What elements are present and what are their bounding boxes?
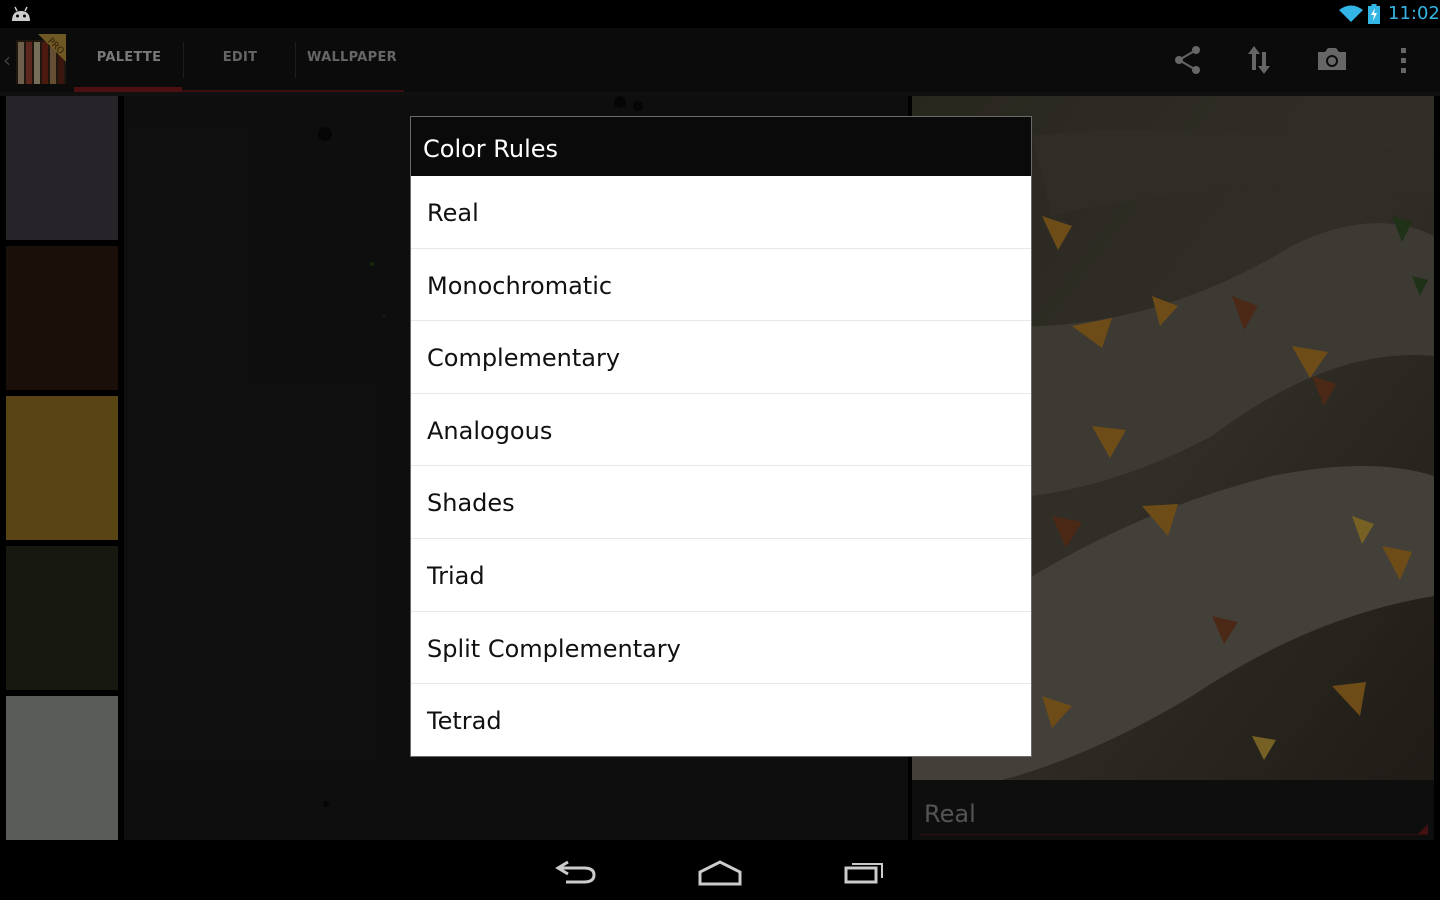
- color-rule-option[interactable]: Real: [411, 176, 1031, 249]
- status-clock: 11:02: [1388, 3, 1440, 24]
- color-rule-option[interactable]: Analogous: [411, 394, 1031, 467]
- color-rule-option[interactable]: Shades: [411, 466, 1031, 539]
- color-rule-option[interactable]: Triad: [411, 539, 1031, 612]
- back-icon[interactable]: [554, 854, 598, 886]
- color-rule-option[interactable]: Monochromatic: [411, 249, 1031, 322]
- status-bar: 11:02: [0, 0, 1440, 28]
- dialog-title: Color Rules: [411, 117, 1031, 176]
- color-rule-option[interactable]: Tetrad: [411, 684, 1031, 757]
- navigation-bar: [0, 840, 1440, 900]
- color-rules-dialog: Color Rules Real Monochromatic Complemen…: [410, 116, 1032, 757]
- color-rule-option[interactable]: Complementary: [411, 321, 1031, 394]
- battery-charging-icon: [1368, 4, 1380, 24]
- wifi-icon: [1339, 5, 1363, 22]
- android-notification-icon: [12, 6, 30, 21]
- home-icon[interactable]: [698, 854, 742, 886]
- color-rules-list: Real Monochromatic Complementary Analogo…: [411, 176, 1031, 757]
- recents-icon[interactable]: [842, 854, 886, 886]
- color-rule-option[interactable]: Split Complementary: [411, 612, 1031, 685]
